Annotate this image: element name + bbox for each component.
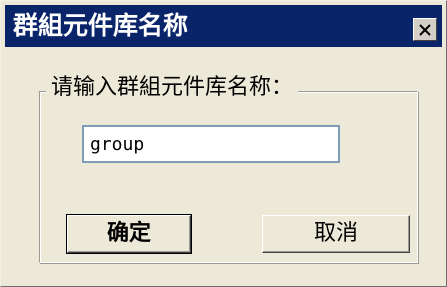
close-icon [419,23,431,36]
dialog-window: 群組元件库名称 请输入群組元件库名称： 确定 取消 [0,0,447,287]
prompt-label: 请输入群組元件库名称： [46,73,299,103]
cancel-button[interactable]: 取消 [262,215,410,253]
library-name-input[interactable] [82,125,340,163]
dialog-title: 群組元件库名称 [13,11,189,40]
close-button[interactable] [413,18,437,41]
title-bar: 群組元件库名称 [5,5,442,47]
ok-button[interactable]: 确定 [66,214,192,254]
